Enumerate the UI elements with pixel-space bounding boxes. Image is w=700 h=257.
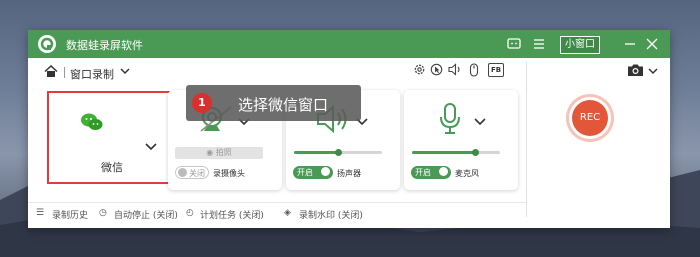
microphone-volume-fill xyxy=(412,151,476,154)
wechat-window-label: 微信 xyxy=(101,161,123,174)
camera-label: 录摄像头 xyxy=(213,169,245,178)
microphone-icon xyxy=(440,103,460,134)
auto-stop-clock-icon: ◷ xyxy=(99,208,107,218)
schedule-task-icon: ◴ xyxy=(186,208,194,218)
toolbar-separator xyxy=(64,67,65,78)
microphone-toggle-state: 开启 xyxy=(415,168,431,177)
microphone-card: 开启 麦克风 xyxy=(404,90,518,190)
photo-camera-icon: ◉ xyxy=(206,148,216,157)
microphone-volume-slider[interactable] xyxy=(412,149,500,156)
screenshot-chevron-down-icon[interactable] xyxy=(648,68,658,75)
speaker-label: 扬声器 xyxy=(337,169,361,178)
app-title: 数据蛙录屏软件 xyxy=(66,39,143,52)
mini-window-button[interactable]: 小窗口 xyxy=(560,36,600,54)
microphone-toggle-knob xyxy=(439,167,448,176)
menu-icon[interactable] xyxy=(531,36,547,52)
microphone-label: 麦克风 xyxy=(455,169,479,178)
minimize-icon[interactable] xyxy=(622,36,638,52)
chevron-down-icon[interactable] xyxy=(120,67,130,75)
screenshot-camera-icon[interactable] xyxy=(627,63,644,77)
speaker-volume-handle[interactable] xyxy=(335,149,342,156)
rec-button[interactable]: REC xyxy=(572,100,608,136)
feedback-icon[interactable] xyxy=(506,36,522,52)
status-bar: ☰ 录制历史 ◷ 自动停止 (关闭) ◴ 计划任务 (关闭) ◈ 录制水印 (关… xyxy=(28,202,526,225)
speaker-toggle-knob xyxy=(321,167,330,176)
callout-text: 选择微信窗口 xyxy=(238,96,329,114)
panel-divider xyxy=(526,62,527,217)
speaker-toggle[interactable]: 开启 xyxy=(293,166,333,179)
title-bar[interactable]: 数据蛙录屏软件 小窗口 xyxy=(28,30,670,58)
wechat-icon xyxy=(81,113,103,130)
microphone-toggle[interactable]: 开启 xyxy=(411,166,451,179)
microphone-volume-handle[interactable] xyxy=(472,149,480,156)
auto-stop-link[interactable]: 自动停止 (关闭) xyxy=(114,208,178,221)
rec-button-halo: REC xyxy=(566,94,614,142)
take-photo-button[interactable]: ◉ 拍照 xyxy=(175,147,263,159)
camera-toggle[interactable]: 关闭 xyxy=(175,166,209,179)
mouse-icon[interactable] xyxy=(468,63,480,77)
home-icon[interactable] xyxy=(44,65,58,78)
take-photo-label: 拍照 xyxy=(215,148,232,157)
recording-mode-label[interactable]: 窗口录制 xyxy=(70,66,114,82)
microphone-chevron-down-icon[interactable] xyxy=(474,118,486,126)
callout-step-number: 1 xyxy=(192,93,212,113)
watermark-link[interactable]: 录制水印 (关闭) xyxy=(299,208,363,221)
speaker-icon[interactable] xyxy=(448,63,463,76)
speaker-volume-fill xyxy=(294,151,338,154)
camera-toggle-state: 关闭 xyxy=(189,169,205,178)
speaker-toggle-state: 开启 xyxy=(297,168,313,177)
camera-toggle-knob xyxy=(178,168,187,177)
watermark-drop-icon: ◈ xyxy=(284,208,291,218)
close-icon[interactable] xyxy=(644,36,660,52)
cursor-settings-icon[interactable] xyxy=(430,63,443,76)
facebook-live-icon[interactable]: FB xyxy=(488,63,504,77)
speaker-volume-slider[interactable] xyxy=(294,149,382,156)
wechat-chevron-down-icon[interactable] xyxy=(145,143,157,151)
history-icon: ☰ xyxy=(36,208,45,218)
schedule-task-link[interactable]: 计划任务 (关闭) xyxy=(200,208,264,221)
wechat-window-card[interactable]: 微信 xyxy=(47,91,177,184)
settings-gear-icon[interactable] xyxy=(413,63,426,76)
app-logo xyxy=(38,35,56,53)
recording-history-link[interactable]: 录制历史 xyxy=(52,208,88,221)
tutorial-callout: 1 选择微信窗口 xyxy=(186,85,361,121)
recorder-window: 数据蛙录屏软件 小窗口 窗口录制 FB 微信 ◉ 拍照 关闭 录摄像头 开启 扬… xyxy=(28,30,670,228)
